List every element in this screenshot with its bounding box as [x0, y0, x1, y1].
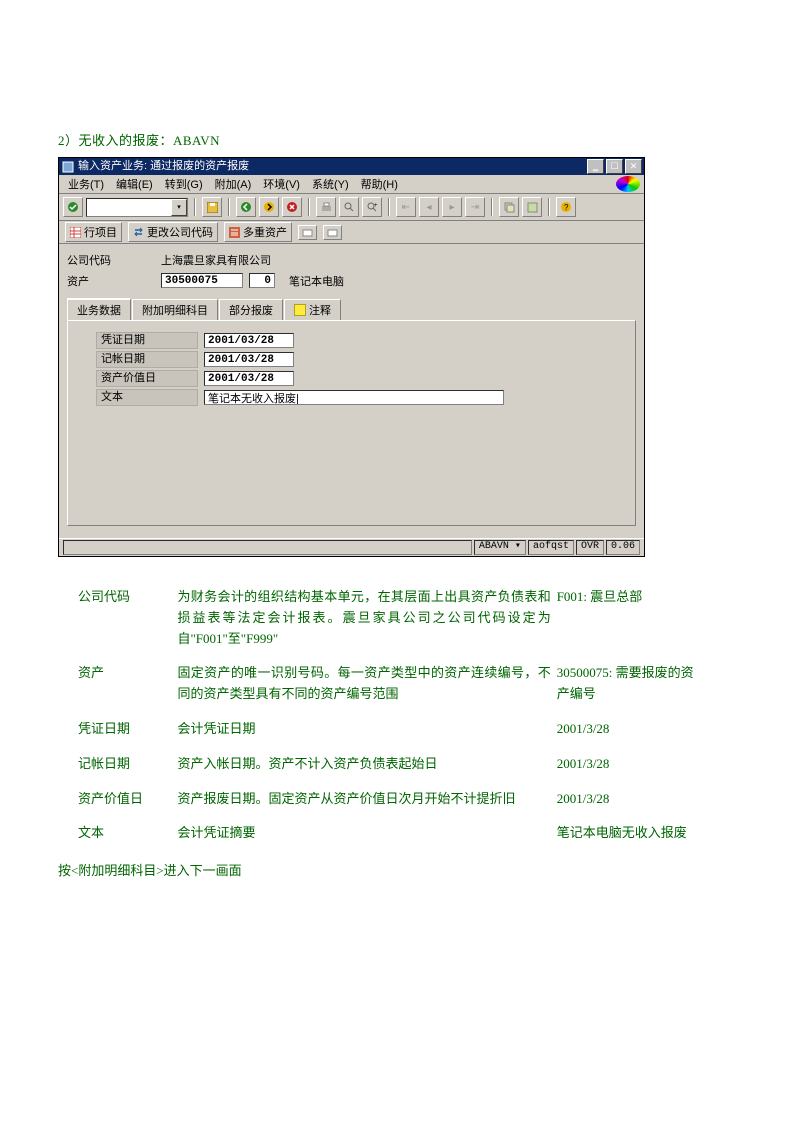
menu-edit[interactable]: 编辑(E) — [111, 175, 158, 193]
multiple-assets-label: 多重资产 — [243, 224, 287, 240]
menu-environment[interactable]: 环境(V) — [258, 175, 305, 193]
menu-goto[interactable]: 转到(G) — [160, 175, 208, 193]
asset-description: 笔记本电脑 — [289, 273, 344, 289]
menu-system[interactable]: 系统(Y) — [307, 175, 354, 193]
application-toolbar: 行项目 更改公司代码 多重资产 — [59, 221, 644, 244]
back-button[interactable] — [236, 197, 256, 217]
menu-extras[interactable]: 附加(A) — [210, 175, 257, 193]
create-session-button[interactable] — [499, 197, 519, 217]
posting-date-input[interactable] — [204, 352, 294, 367]
table-row: 记帐日期资产入帐日期。资产不计入资产负债表起始日2001/3/28 — [78, 748, 708, 783]
menu-transaction[interactable]: 业务(T) — [63, 175, 109, 193]
note-icon — [294, 304, 306, 316]
titlebar: 输入资产业务: 通过报废的资产报废 ‗ ☐ ✕ — [59, 158, 644, 175]
enter-button[interactable] — [63, 197, 83, 217]
extra-button-2[interactable] — [323, 225, 342, 240]
swap-icon — [133, 227, 144, 238]
tab-note-label: 注释 — [309, 302, 331, 318]
window-title: 输入资产业务: 通过报废的资产报废 — [78, 158, 587, 175]
line-items-label: 行项目 — [84, 224, 117, 240]
change-company-button[interactable]: 更改公司代码 — [128, 222, 218, 242]
find-next-button[interactable]: + — [362, 197, 382, 217]
standard-toolbar: ▾ + ⇤ ◂ ▸ ⇥ ? — [59, 194, 644, 221]
maximize-button[interactable]: ☐ — [606, 159, 623, 174]
company-code-label: 公司代码 — [67, 252, 161, 268]
next-page-button[interactable]: ▸ — [442, 197, 462, 217]
multiple-assets-button[interactable]: 多重资产 — [224, 222, 292, 242]
prev-page-button[interactable]: ◂ — [419, 197, 439, 217]
table-row: 资产价值日资产报废日期。固定资产从资产价值日次月开始不计提折旧2001/3/28 — [78, 783, 708, 818]
grid-icon — [70, 227, 81, 238]
tab-note[interactable]: 注释 — [284, 299, 341, 320]
extra-button-1[interactable] — [298, 225, 317, 240]
command-field[interactable]: ▾ — [86, 198, 188, 217]
first-page-button[interactable]: ⇤ — [396, 197, 416, 217]
tab-transaction-data[interactable]: 业务数据 — [67, 298, 131, 320]
status-bar: ABAVN ▾ aofqst OVR 0.06 — [59, 538, 644, 556]
footer-instruction: 按<附加明细科目>进入下一画面 — [58, 860, 734, 879]
close-button[interactable]: ✕ — [625, 159, 642, 174]
table-row: 资产固定资产的唯一识别号码。每一资产类型中的资产连续编号，不同的资产类型具有不同… — [78, 657, 708, 713]
menubar: 业务(T) 编辑(E) 转到(G) 附加(A) 环境(V) 系统(Y) 帮助(H… — [59, 175, 644, 194]
status-mode: OVR — [576, 540, 604, 555]
tab-partial-retirement[interactable]: 部分报废 — [219, 299, 283, 320]
asset-number-input[interactable] — [161, 273, 243, 288]
tabstrip: 业务数据 附加明细科目 部分报废 注释 — [67, 300, 636, 320]
list-icon — [229, 227, 240, 238]
exit-button[interactable] — [259, 197, 279, 217]
line-items-button[interactable]: 行项目 — [65, 222, 122, 242]
sap-logo-icon — [616, 176, 640, 192]
status-time: 0.06 — [606, 540, 640, 555]
print-button[interactable] — [316, 197, 336, 217]
text-label: 文本 — [96, 389, 198, 406]
section-heading: 2）无收入的报废：ABAVN — [58, 130, 734, 149]
tab-panel: 凭证日期 记帐日期 资产价值日 文本 — [67, 320, 636, 526]
table-row: 凭证日期会计凭证日期2001/3/28 — [78, 713, 708, 748]
minimize-button[interactable]: ‗ — [587, 159, 604, 174]
table-row: 公司代码为财务会计的组织结构基本单元，在其层面上出具资产负债表和损益表等法定会计… — [78, 581, 708, 657]
help-button[interactable]: ? — [556, 197, 576, 217]
posting-date-label: 记帐日期 — [96, 351, 198, 368]
explanation-table: 公司代码为财务会计的组织结构基本单元，在其层面上出具资产负债表和损益表等法定会计… — [78, 581, 708, 852]
save-button[interactable] — [202, 197, 222, 217]
text-input[interactable] — [204, 390, 504, 405]
change-company-label: 更改公司代码 — [147, 224, 213, 240]
status-system: aofqst — [528, 540, 574, 555]
asset-value-date-label: 资产价值日 — [96, 370, 198, 387]
sap-window: 输入资产业务: 通过报废的资产报废 ‗ ☐ ✕ 业务(T) 编辑(E) 转到(G… — [58, 157, 645, 557]
app-icon — [61, 160, 75, 174]
last-page-button[interactable]: ⇥ — [465, 197, 485, 217]
shortcut-button[interactable] — [522, 197, 542, 217]
company-code-value: 上海震旦家具有限公司 — [161, 252, 271, 268]
cancel-button[interactable] — [282, 197, 302, 217]
client-area: 公司代码 上海震旦家具有限公司 资产 笔记本电脑 业务数据 附加明细科目 部分报… — [59, 244, 644, 538]
status-tcode: ABAVN ▾ — [474, 540, 526, 555]
menu-help[interactable]: 帮助(H) — [356, 175, 403, 193]
tab-additional-details[interactable]: 附加明细科目 — [132, 299, 218, 320]
table-row: 文本会计凭证摘要笔记本电脑无收入报废 — [78, 817, 708, 852]
asset-label: 资产 — [67, 273, 161, 289]
doc-date-input[interactable] — [204, 333, 294, 348]
status-message — [63, 540, 472, 555]
asset-value-date-input[interactable] — [204, 371, 294, 386]
asset-subnumber-input[interactable] — [249, 273, 275, 288]
find-button[interactable] — [339, 197, 359, 217]
doc-date-label: 凭证日期 — [96, 332, 198, 349]
svg-text:?: ? — [564, 203, 569, 212]
svg-text:+: + — [374, 203, 378, 209]
